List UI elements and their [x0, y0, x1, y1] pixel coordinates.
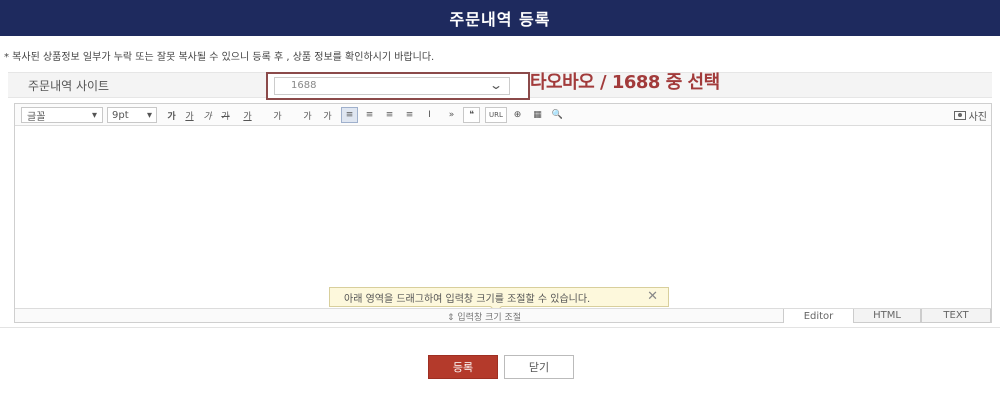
chevron-down-icon: ▾ [91, 109, 97, 121]
link-button[interactable]: URL [485, 107, 507, 123]
chevron-down-icon: ⌄ [488, 78, 504, 92]
more-button[interactable]: » [443, 107, 460, 123]
tab-editor[interactable]: Editor [783, 309, 853, 323]
chevron-down-icon: ▾ [146, 109, 152, 121]
strikethrough-button[interactable]: 가 [217, 107, 234, 123]
photo-button[interactable]: 사진 [953, 107, 987, 123]
font-select[interactable]: 글꼴 ▾ [21, 107, 103, 123]
underline-button[interactable]: 가 [181, 107, 198, 123]
align-left-button[interactable]: ≡ [341, 107, 358, 123]
camera-icon [953, 110, 966, 120]
bold-button[interactable]: 가 [163, 107, 180, 123]
subscript-button[interactable]: 가 [319, 107, 336, 123]
close-icon[interactable]: ✕ [647, 289, 658, 304]
editor-content-area[interactable] [15, 126, 991, 302]
resize-label: ⇕ 입력창 크기 조절 [447, 313, 522, 323]
align-right-button[interactable]: ≡ [381, 107, 398, 123]
font-size-label: 9pt [112, 109, 129, 121]
site-label: 주문내역 사이트 [28, 79, 110, 93]
italic-button[interactable]: 가 [199, 107, 216, 123]
search-icon[interactable]: 🔍 [549, 107, 566, 123]
editor-toolbar: 글꼴 ▾ 9pt ▾ 가 가 가 가 가 가 가 가 ≡ ≡ ≡ ≡ I » ❝… [15, 104, 991, 126]
annotation-text: 타오바오 / 1688 중 선택 [530, 72, 720, 93]
register-button[interactable]: 등록 [428, 355, 498, 379]
tab-html[interactable]: HTML [853, 309, 921, 323]
clear-format-button[interactable]: I [421, 107, 438, 123]
tab-text[interactable]: TEXT [921, 309, 991, 323]
align-justify-button[interactable]: ≡ [401, 107, 418, 123]
photo-label: 사진 [968, 111, 987, 123]
rich-text-editor: 글꼴 ▾ 9pt ▾ 가 가 가 가 가 가 가 가 ≡ ≡ ≡ ≡ I » ❝… [14, 103, 992, 323]
quote-button[interactable]: ❝ [463, 107, 480, 123]
superscript-button[interactable]: 가 [299, 107, 316, 123]
site-select-value: 1688 [291, 80, 317, 91]
notice-text: * 복사된 상품정보 일부가 누락 또는 잘못 복사될 수 있으니 등록 후 ,… [4, 52, 435, 63]
highlight-color-button[interactable]: 가 [269, 107, 286, 123]
site-select-highlight: 1688 ⌄ [266, 72, 530, 100]
page-header: 주문내역 등록 [0, 0, 1000, 36]
resize-tooltip: 아래 영역을 드래그하여 입력창 크기를 조절할 수 있습니다. ✕ [329, 287, 669, 313]
align-center-button[interactable]: ≡ [361, 107, 378, 123]
close-button[interactable]: 닫기 [504, 355, 574, 379]
site-row: 주문내역 사이트 1688 ⌄ [8, 72, 992, 100]
globe-icon[interactable]: ⊕ [509, 107, 526, 123]
divider [0, 327, 1000, 328]
site-select[interactable]: 1688 ⌄ [274, 77, 510, 95]
font-select-label: 글꼴 [27, 111, 46, 123]
page-title: 주문내역 등록 [449, 10, 551, 29]
tooltip-text: 아래 영역을 드래그하여 입력창 크기를 조절할 수 있습니다. [344, 293, 591, 305]
table-icon[interactable]: ▦ [529, 107, 546, 123]
resize-handle[interactable]: ⇕ 입력창 크기 조절 Editor HTML TEXT [15, 308, 991, 323]
text-color-button[interactable]: 가 [239, 107, 256, 123]
font-size-select[interactable]: 9pt ▾ [107, 107, 157, 123]
